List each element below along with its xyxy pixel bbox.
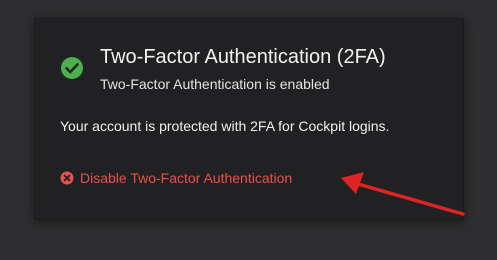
panel-title: Two-Factor Authentication (2FA) — [100, 46, 386, 68]
x-circle-icon — [60, 171, 74, 185]
disable-2fa-link[interactable]: Disable Two-Factor Authentication — [60, 169, 292, 187]
check-circle-icon — [61, 57, 83, 79]
panel-description: Your account is protected with 2FA for C… — [60, 118, 390, 134]
disable-2fa-label: Disable Two-Factor Authentication — [80, 170, 293, 186]
two-factor-card: Two-Factor Authentication (2FA) Two-Fact… — [34, 18, 464, 220]
panel-subtitle: Two-Factor Authentication is enabled — [100, 76, 330, 92]
